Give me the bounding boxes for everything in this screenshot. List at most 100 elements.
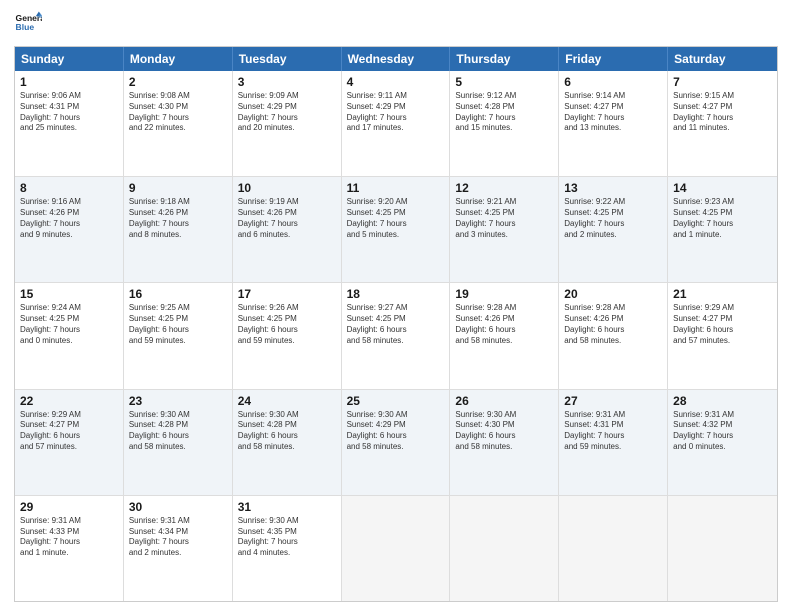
day-cell-18: 18 Sunrise: 9:27 AMSunset: 4:25 PMDayligh…: [342, 283, 451, 388]
day-cell-27: 27 Sunrise: 9:31 AMSunset: 4:31 PMDayligh…: [559, 390, 668, 495]
cell-info: Sunrise: 9:27 AMSunset: 4:25 PMDaylight:…: [347, 303, 445, 346]
header-day-sunday: Sunday: [15, 47, 124, 71]
day-cell-1: 1 Sunrise: 9:06 AMSunset: 4:31 PMDaylight…: [15, 71, 124, 176]
day-number: 5: [455, 75, 553, 89]
cell-info: Sunrise: 9:31 AMSunset: 4:34 PMDaylight:…: [129, 516, 227, 559]
day-number: 2: [129, 75, 227, 89]
header: General Blue: [14, 10, 778, 38]
cell-info: Sunrise: 9:22 AMSunset: 4:25 PMDaylight:…: [564, 197, 662, 240]
cell-info: Sunrise: 9:11 AMSunset: 4:29 PMDaylight:…: [347, 91, 445, 134]
day-cell-30: 30 Sunrise: 9:31 AMSunset: 4:34 PMDayligh…: [124, 496, 233, 601]
header-day-tuesday: Tuesday: [233, 47, 342, 71]
cell-info: Sunrise: 9:06 AMSunset: 4:31 PMDaylight:…: [20, 91, 118, 134]
calendar: SundayMondayTuesdayWednesdayThursdayFrid…: [14, 46, 778, 602]
day-number: 30: [129, 500, 227, 514]
day-cell-3: 3 Sunrise: 9:09 AMSunset: 4:29 PMDaylight…: [233, 71, 342, 176]
day-number: 1: [20, 75, 118, 89]
day-number: 8: [20, 181, 118, 195]
cell-info: Sunrise: 9:21 AMSunset: 4:25 PMDaylight:…: [455, 197, 553, 240]
header-day-thursday: Thursday: [450, 47, 559, 71]
header-day-saturday: Saturday: [668, 47, 777, 71]
calendar-row-5: 29Sunrise: 9:31 AMSunset: 4:33 PMDayligh…: [15, 495, 777, 601]
day-cell-20: 20 Sunrise: 9:28 AMSunset: 4:26 PMDayligh…: [559, 283, 668, 388]
day-number: 16: [129, 287, 227, 301]
day-number: 4: [347, 75, 445, 89]
cell-info: Sunrise: 9:30 AMSunset: 4:29 PMDaylight:…: [347, 410, 445, 453]
day-cell-13: 13 Sunrise: 9:22 AMSunset: 4:25 PMDayligh…: [559, 177, 668, 282]
cell-info: Sunrise: 9:28 AMSunset: 4:26 PMDaylight:…: [455, 303, 553, 346]
cell-info: Sunrise: 9:31 AMSunset: 4:31 PMDaylight:…: [564, 410, 662, 453]
day-cell-22: 22 Sunrise: 9:29 AMSunset: 4:27 PMDayligh…: [15, 390, 124, 495]
cell-info: Sunrise: 9:23 AMSunset: 4:25 PMDaylight:…: [673, 197, 772, 240]
cell-info: Sunrise: 9:14 AMSunset: 4:27 PMDaylight:…: [564, 91, 662, 134]
header-day-friday: Friday: [559, 47, 668, 71]
day-number: 24: [238, 394, 336, 408]
cell-info: Sunrise: 9:31 AMSunset: 4:32 PMDaylight:…: [673, 410, 772, 453]
cell-info: Sunrise: 9:18 AMSunset: 4:26 PMDaylight:…: [129, 197, 227, 240]
day-number: 12: [455, 181, 553, 195]
header-day-monday: Monday: [124, 47, 233, 71]
cell-info: Sunrise: 9:15 AMSunset: 4:27 PMDaylight:…: [673, 91, 772, 134]
empty-cell: [342, 496, 451, 601]
cell-info: Sunrise: 9:12 AMSunset: 4:28 PMDaylight:…: [455, 91, 553, 134]
day-number: 3: [238, 75, 336, 89]
calendar-row-2: 8 Sunrise: 9:16 AMSunset: 4:26 PMDaylight…: [15, 176, 777, 282]
day-number: 7: [673, 75, 772, 89]
day-number: 22: [20, 394, 118, 408]
logo-icon: General Blue: [14, 10, 42, 38]
day-cell-2: 2 Sunrise: 9:08 AMSunset: 4:30 PMDaylight…: [124, 71, 233, 176]
day-number: 27: [564, 394, 662, 408]
day-cell-29: 29Sunrise: 9:31 AMSunset: 4:33 PMDayligh…: [15, 496, 124, 601]
cell-info: Sunrise: 9:16 AMSunset: 4:26 PMDaylight:…: [20, 197, 118, 240]
day-cell-21: 21 Sunrise: 9:29 AMSunset: 4:27 PMDayligh…: [668, 283, 777, 388]
day-cell-17: 17 Sunrise: 9:26 AMSunset: 4:25 PMDayligh…: [233, 283, 342, 388]
day-number: 28: [673, 394, 772, 408]
empty-cell: [450, 496, 559, 601]
day-number: 9: [129, 181, 227, 195]
day-cell-8: 8 Sunrise: 9:16 AMSunset: 4:26 PMDaylight…: [15, 177, 124, 282]
day-cell-10: 10Sunrise: 9:19 AMSunset: 4:26 PMDayligh…: [233, 177, 342, 282]
day-cell-31: 31Sunrise: 9:30 AMSunset: 4:35 PMDayligh…: [233, 496, 342, 601]
cell-info: Sunrise: 9:29 AMSunset: 4:27 PMDaylight:…: [20, 410, 118, 453]
day-cell-11: 11Sunrise: 9:20 AMSunset: 4:25 PMDayligh…: [342, 177, 451, 282]
day-cell-19: 19Sunrise: 9:28 AMSunset: 4:26 PMDayligh…: [450, 283, 559, 388]
day-number: 10: [238, 181, 336, 195]
day-cell-4: 4 Sunrise: 9:11 AMSunset: 4:29 PMDaylight…: [342, 71, 451, 176]
day-cell-7: 7 Sunrise: 9:15 AMSunset: 4:27 PMDaylight…: [668, 71, 777, 176]
header-day-wednesday: Wednesday: [342, 47, 451, 71]
cell-info: Sunrise: 9:30 AMSunset: 4:28 PMDaylight:…: [129, 410, 227, 453]
cell-info: Sunrise: 9:31 AMSunset: 4:33 PMDaylight:…: [20, 516, 118, 559]
day-cell-26: 26Sunrise: 9:30 AMSunset: 4:30 PMDayligh…: [450, 390, 559, 495]
day-number: 21: [673, 287, 772, 301]
day-number: 18: [347, 287, 445, 301]
calendar-row-1: 1 Sunrise: 9:06 AMSunset: 4:31 PMDaylight…: [15, 71, 777, 176]
day-cell-25: 25 Sunrise: 9:30 AMSunset: 4:29 PMDayligh…: [342, 390, 451, 495]
day-cell-14: 14 Sunrise: 9:23 AMSunset: 4:25 PMDayligh…: [668, 177, 777, 282]
cell-info: Sunrise: 9:25 AMSunset: 4:25 PMDaylight:…: [129, 303, 227, 346]
day-cell-16: 16 Sunrise: 9:25 AMSunset: 4:25 PMDayligh…: [124, 283, 233, 388]
day-cell-12: 12 Sunrise: 9:21 AMSunset: 4:25 PMDayligh…: [450, 177, 559, 282]
day-number: 17: [238, 287, 336, 301]
day-number: 15: [20, 287, 118, 301]
calendar-header: SundayMondayTuesdayWednesdayThursdayFrid…: [15, 47, 777, 71]
day-cell-23: 23Sunrise: 9:30 AMSunset: 4:28 PMDayligh…: [124, 390, 233, 495]
cell-info: Sunrise: 9:30 AMSunset: 4:28 PMDaylight:…: [238, 410, 336, 453]
day-number: 25: [347, 394, 445, 408]
day-cell-24: 24 Sunrise: 9:30 AMSunset: 4:28 PMDayligh…: [233, 390, 342, 495]
cell-info: Sunrise: 9:29 AMSunset: 4:27 PMDaylight:…: [673, 303, 772, 346]
cell-info: Sunrise: 9:26 AMSunset: 4:25 PMDaylight:…: [238, 303, 336, 346]
svg-text:Blue: Blue: [16, 22, 35, 32]
day-cell-9: 9 Sunrise: 9:18 AMSunset: 4:26 PMDaylight…: [124, 177, 233, 282]
cell-info: Sunrise: 9:09 AMSunset: 4:29 PMDaylight:…: [238, 91, 336, 134]
day-cell-15: 15Sunrise: 9:24 AMSunset: 4:25 PMDayligh…: [15, 283, 124, 388]
day-number: 14: [673, 181, 772, 195]
logo: General Blue: [14, 10, 44, 38]
day-cell-28: 28 Sunrise: 9:31 AMSunset: 4:32 PMDayligh…: [668, 390, 777, 495]
calendar-body: 1 Sunrise: 9:06 AMSunset: 4:31 PMDaylight…: [15, 71, 777, 601]
cell-info: Sunrise: 9:30 AMSunset: 4:30 PMDaylight:…: [455, 410, 553, 453]
day-number: 20: [564, 287, 662, 301]
day-number: 13: [564, 181, 662, 195]
day-cell-5: 5 Sunrise: 9:12 AMSunset: 4:28 PMDaylight…: [450, 71, 559, 176]
cell-info: Sunrise: 9:28 AMSunset: 4:26 PMDaylight:…: [564, 303, 662, 346]
cell-info: Sunrise: 9:08 AMSunset: 4:30 PMDaylight:…: [129, 91, 227, 134]
